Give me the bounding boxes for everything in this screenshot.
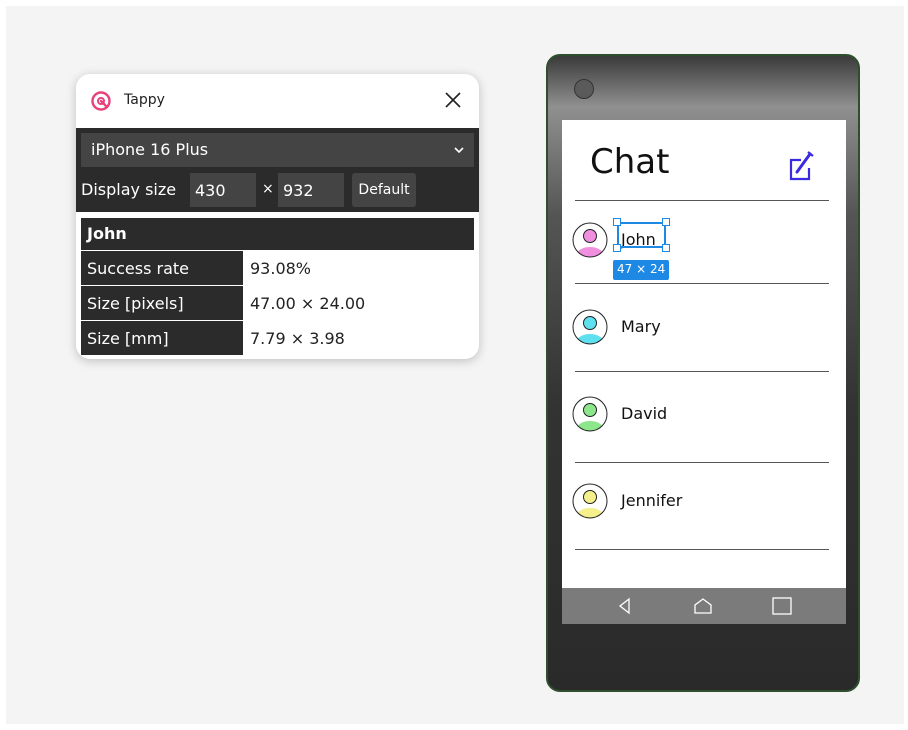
info-row-size-mm: Size [mm] 7.79 × 3.98 (81, 321, 474, 355)
contact-name: David (621, 404, 668, 423)
person-avatar-icon (572, 309, 608, 345)
chat-item-mary[interactable]: Mary (562, 307, 846, 387)
divider (575, 549, 829, 550)
selected-element-name: John (81, 218, 474, 250)
back-triangle-icon[interactable] (614, 596, 636, 616)
person-avatar-icon (572, 222, 608, 258)
info-key: Size [pixels] (81, 286, 243, 320)
contact-name: Jennifer (621, 491, 683, 510)
contact-name: Mary (621, 317, 661, 336)
divider (575, 200, 829, 201)
info-key: Size [mm] (81, 321, 243, 355)
resize-handle[interactable] (662, 244, 670, 252)
selection-size-label: 47 × 24 (613, 260, 670, 280)
divider (575, 371, 829, 372)
info-value: 7.79 × 3.98 (250, 329, 345, 348)
chat-item-john[interactable]: John (562, 220, 846, 300)
android-nav-bar (562, 588, 846, 624)
person-avatar-icon (572, 396, 608, 432)
times-separator: × (262, 181, 274, 197)
info-value: 93.08% (250, 259, 312, 278)
camera-icon (574, 79, 594, 99)
tappy-header: Tappy (76, 74, 479, 128)
close-icon[interactable] (441, 88, 465, 112)
default-button[interactable]: Default (352, 173, 416, 207)
resize-handle[interactable] (613, 218, 621, 226)
resize-handle[interactable] (613, 244, 621, 252)
tappy-logo-icon (91, 91, 111, 111)
device-select-value: iPhone 16 Plus (91, 140, 209, 159)
selection-box (617, 222, 666, 248)
info-value: 47.00 × 24.00 (250, 294, 366, 313)
recents-square-icon[interactable] (771, 596, 793, 616)
element-info-table: John Success rate 93.08% Size [pixels] 4… (81, 218, 474, 355)
device-controls: iPhone 16 Plus Display size × Default (76, 128, 479, 212)
person-avatar-icon (572, 483, 608, 519)
app-title: Chat (590, 142, 670, 182)
canvas-background: Tappy iPhone 16 Plus Display size × Defa… (6, 6, 904, 724)
info-row-success-rate: Success rate 93.08% (81, 251, 474, 285)
display-width-input[interactable] (190, 173, 256, 207)
chevron-down-icon (454, 147, 464, 154)
home-icon[interactable] (692, 596, 714, 616)
tappy-title: Tappy (124, 92, 165, 108)
device-select[interactable]: iPhone 16 Plus (81, 133, 474, 167)
phone-device: Chat John Mary David Jennifer 47 × 24 (546, 54, 860, 692)
display-size-label: Display size (81, 180, 177, 199)
tappy-panel: Tappy iPhone 16 Plus Display size × Defa… (76, 74, 479, 359)
divider (575, 283, 829, 284)
divider (575, 462, 829, 463)
info-key: Success rate (81, 251, 243, 285)
resize-handle[interactable] (662, 218, 670, 226)
info-row-size-pixels: Size [pixels] 47.00 × 24.00 (81, 286, 474, 320)
compose-icon[interactable] (788, 148, 816, 184)
display-height-input[interactable] (278, 173, 344, 207)
phone-screen: Chat John Mary David Jennifer 47 × 24 (562, 120, 846, 624)
